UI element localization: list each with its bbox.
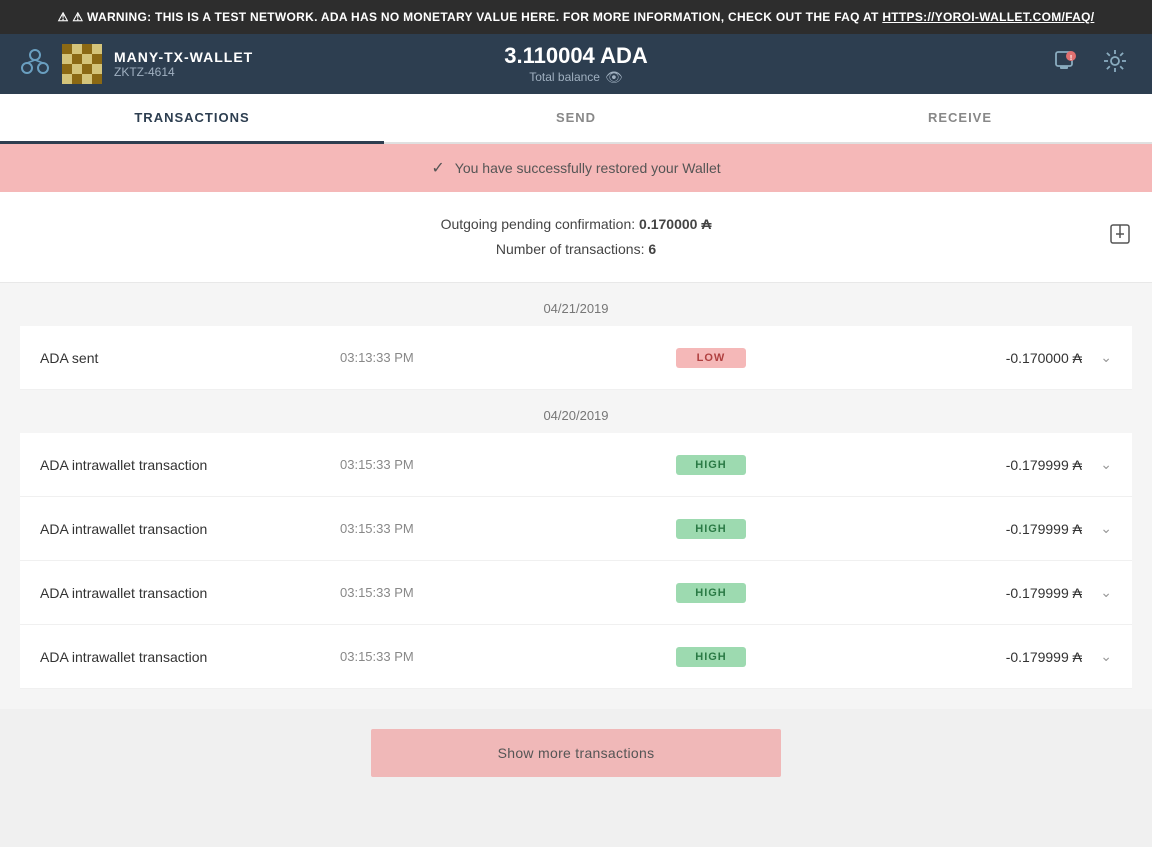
balance-label: Total balance 👁 [504,69,648,86]
chevron-down-icon[interactable]: ⌄ [1082,648,1112,665]
header-center: 3.110004 ADA Total balance 👁 [504,43,648,86]
warning-banner: ⚠ ⚠ WARNING: THIS IS A TEST NETWORK. ADA… [0,0,1152,34]
tx-count-label: Number of transactions: [496,241,645,257]
wallet-name: MANY-TX-WALLET [114,49,253,65]
tx-label: ADA intrawallet transaction [40,649,340,665]
tx-amount: -0.179999 ₳ [922,649,1082,665]
show-more-container: Show more transactions [0,709,1152,807]
summary-text: Outgoing pending confirmation: 0.170000 … [441,212,712,262]
tx-confidence: HIGH [500,647,922,667]
nav-tabs: TRANSACTIONS SEND RECEIVE [0,94,1152,144]
header: MANY-TX-WALLET ZKTZ-4614 3.110004 ADA To… [0,34,1152,94]
tx-confidence: HIGH [500,519,922,539]
warning-icon: ⚠ [58,10,69,24]
tx-confidence: HIGH [500,455,922,475]
transaction-row[interactable]: ADA intrawallet transaction 03:15:33 PM … [20,561,1132,625]
chevron-down-icon[interactable]: ⌄ [1082,456,1112,473]
success-banner: ✓ You have successfully restored your Wa… [0,144,1152,192]
tx-label: ADA intrawallet transaction [40,585,340,601]
tx-time: 03:15:33 PM [340,585,500,600]
toggle-balance-visibility[interactable]: 👁 [605,69,623,86]
pending-label: Outgoing pending confirmation: [441,216,636,232]
tx-label: ADA sent [40,350,340,366]
wallet-avatar [62,44,102,84]
confidence-badge: HIGH [676,583,746,603]
tx-amount: -0.179999 ₳ [922,457,1082,473]
transaction-row[interactable]: ADA sent 03:13:33 PM LOW -0.170000 ₳ ⌄ [20,326,1132,390]
transactions-container: 04/21/2019 ADA sent 03:13:33 PM LOW -0.1… [0,283,1152,709]
tx-time: 03:15:33 PM [340,457,500,472]
chevron-down-icon[interactable]: ⌄ [1082,584,1112,601]
transaction-row[interactable]: ADA intrawallet transaction 03:15:33 PM … [20,433,1132,497]
tab-transactions[interactable]: TRANSACTIONS [0,94,384,144]
tx-amount: -0.179999 ₳ [922,585,1082,601]
svg-text:!: ! [1070,55,1072,62]
tx-confidence: HIGH [500,583,922,603]
logo-icon[interactable] [20,47,50,82]
tx-label: ADA intrawallet transaction [40,457,340,473]
tx-count: 6 [648,241,656,257]
confidence-badge: HIGH [676,455,746,475]
chevron-down-icon[interactable]: ⌄ [1082,520,1112,537]
warning-text: ⚠ WARNING: THIS IS A TEST NETWORK. ADA H… [72,10,882,24]
header-right: ! [1049,44,1132,84]
wallet-info: MANY-TX-WALLET ZKTZ-4614 [114,49,253,79]
tab-send[interactable]: SEND [384,94,768,144]
balance-amount: 3.110004 ADA [504,43,648,69]
tx-amount: -0.179999 ₳ [922,521,1082,537]
export-button[interactable] [1108,222,1132,252]
date-separator: 04/21/2019 [20,283,1132,326]
success-check-icon: ✓ [431,158,444,178]
tx-time: 03:15:33 PM [340,649,500,664]
wallet-id: ZKTZ-4614 [114,65,253,79]
pending-amount: 0.170000 ₳ [639,216,711,232]
confidence-badge: HIGH [676,647,746,667]
transaction-row[interactable]: ADA intrawallet transaction 03:15:33 PM … [20,625,1132,689]
confidence-badge: LOW [676,348,746,368]
warning-link[interactable]: HTTPS://YOROI-WALLET.COM/FAQ/ [882,10,1094,24]
header-left: MANY-TX-WALLET ZKTZ-4614 [20,44,253,84]
tx-confidence: LOW [500,348,922,368]
summary-section: Outgoing pending confirmation: 0.170000 … [0,192,1152,283]
chevron-down-icon[interactable]: ⌄ [1082,349,1112,366]
notifications-button[interactable]: ! [1049,44,1083,84]
tx-time: 03:13:33 PM [340,350,500,365]
date-separator: 04/20/2019 [20,390,1132,433]
success-message: You have successfully restored your Wall… [455,160,721,176]
confidence-badge: HIGH [676,519,746,539]
tx-amount: -0.170000 ₳ [922,350,1082,366]
show-more-button[interactable]: Show more transactions [371,729,781,777]
settings-button[interactable] [1098,44,1132,84]
tx-label: ADA intrawallet transaction [40,521,340,537]
transaction-row[interactable]: ADA intrawallet transaction 03:15:33 PM … [20,497,1132,561]
tab-receive[interactable]: RECEIVE [768,94,1152,144]
tx-time: 03:15:33 PM [340,521,500,536]
